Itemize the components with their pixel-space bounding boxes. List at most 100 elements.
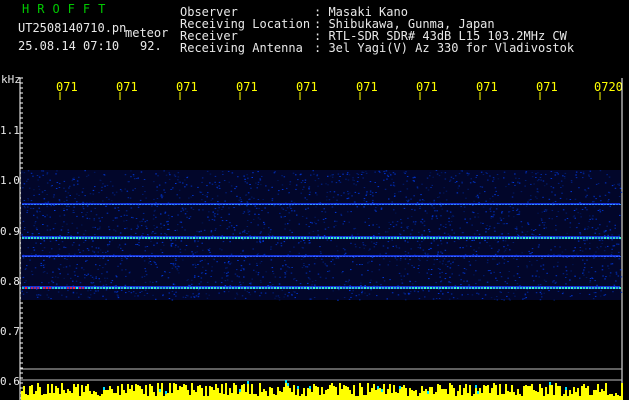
noise-pixel	[351, 292, 353, 294]
noise-pixel	[77, 183, 79, 185]
noise-pixel	[394, 257, 397, 259]
noise-pixel	[399, 190, 402, 192]
noise-pixel	[468, 261, 470, 263]
echo-segment	[220, 237, 222, 239]
noise-pixel	[247, 211, 250, 213]
noise-pixel	[102, 183, 104, 185]
noise-pixel	[378, 170, 380, 172]
noise-pixel	[324, 211, 327, 213]
noise-pixel	[524, 180, 527, 181]
noise-pixel	[419, 199, 421, 201]
echo-segment	[358, 256, 360, 257]
noise-pixel	[443, 258, 446, 260]
noise-pixel	[249, 184, 251, 185]
noise-pixel	[372, 224, 374, 226]
noise-pixel	[186, 210, 188, 212]
echo-segment	[463, 237, 465, 239]
echo-segment	[355, 204, 357, 205]
echo-segment	[280, 237, 282, 239]
echo-segment	[289, 204, 291, 205]
echo-segment	[61, 287, 63, 289]
noise-pixel	[228, 226, 230, 228]
noise-pixel	[592, 298, 595, 300]
noise-pixel	[590, 177, 592, 179]
echo-segment	[439, 256, 441, 257]
noise-pixel	[351, 195, 353, 197]
signal-bar-peak	[475, 385, 477, 388]
noise-pixel	[357, 192, 360, 194]
noise-pixel	[439, 192, 441, 194]
echo-segment	[532, 256, 534, 257]
noise-pixel	[291, 210, 293, 212]
noise-pixel	[407, 217, 409, 219]
noise-pixel	[216, 195, 219, 197]
echo-segment	[43, 237, 45, 239]
signal-bar	[301, 394, 303, 400]
noise-pixel	[375, 281, 378, 283]
noise-pixel	[305, 266, 307, 268]
echo-segment	[364, 287, 366, 289]
noise-pixel	[105, 284, 108, 286]
noise-pixel	[423, 200, 425, 202]
echo-segment	[106, 256, 108, 257]
noise-pixel	[605, 276, 607, 278]
noise-pixel	[513, 257, 515, 259]
echo-segment	[22, 237, 24, 239]
noise-pixel	[257, 183, 259, 185]
noise-pixel	[513, 216, 515, 218]
noise-pixel	[85, 275, 88, 276]
signal-bar	[211, 387, 213, 400]
echo-segment	[346, 237, 348, 239]
echo-segment	[283, 256, 285, 257]
noise-pixel	[540, 218, 543, 220]
noise-pixel	[234, 188, 236, 190]
noise-pixel	[485, 200, 487, 202]
signal-bar	[23, 386, 25, 400]
noise-pixel	[210, 230, 213, 232]
echo-segment	[229, 204, 231, 205]
noise-pixel	[474, 181, 476, 183]
noise-pixel	[598, 239, 601, 241]
noise-pixel	[546, 209, 548, 211]
echo-segment	[586, 237, 588, 239]
echo-segment	[421, 237, 423, 239]
noise-pixel	[538, 234, 541, 235]
noise-pixel	[501, 212, 503, 214]
noise-pixel	[87, 249, 90, 251]
noise-pixel	[260, 281, 262, 283]
noise-pixel	[277, 242, 279, 244]
signal-bar	[425, 389, 427, 400]
signal-bar	[227, 395, 229, 400]
noise-pixel	[562, 175, 564, 177]
noise-pixel	[112, 192, 114, 194]
signal-bar	[247, 384, 249, 400]
noise-pixel	[94, 226, 96, 228]
echo-segment	[337, 256, 339, 257]
noise-pixel	[541, 296, 543, 298]
signal-bar	[619, 396, 621, 400]
echo-segment	[472, 237, 474, 239]
noise-pixel	[352, 179, 354, 181]
echo-segment	[343, 237, 345, 239]
noise-pixel	[42, 170, 45, 172]
noise-pixel	[81, 212, 83, 213]
noise-pixel	[617, 243, 620, 245]
noise-pixel	[380, 207, 383, 209]
echo-segment	[334, 256, 336, 257]
noise-pixel	[102, 295, 104, 297]
noise-pixel	[102, 267, 104, 269]
noise-pixel	[426, 259, 428, 261]
noise-pixel	[421, 218, 424, 220]
noise-pixel	[117, 294, 119, 296]
noise-pixel	[413, 266, 415, 268]
echo-segment	[598, 204, 600, 205]
noise-pixel	[178, 189, 181, 191]
noise-pixel	[569, 199, 572, 200]
echo-segment	[598, 237, 600, 239]
noise-pixel	[317, 219, 320, 221]
noise-pixel	[477, 293, 480, 295]
echo-segment	[493, 237, 495, 239]
echo-segment	[613, 204, 615, 205]
noise-pixel	[152, 294, 154, 296]
noise-pixel	[531, 248, 534, 250]
